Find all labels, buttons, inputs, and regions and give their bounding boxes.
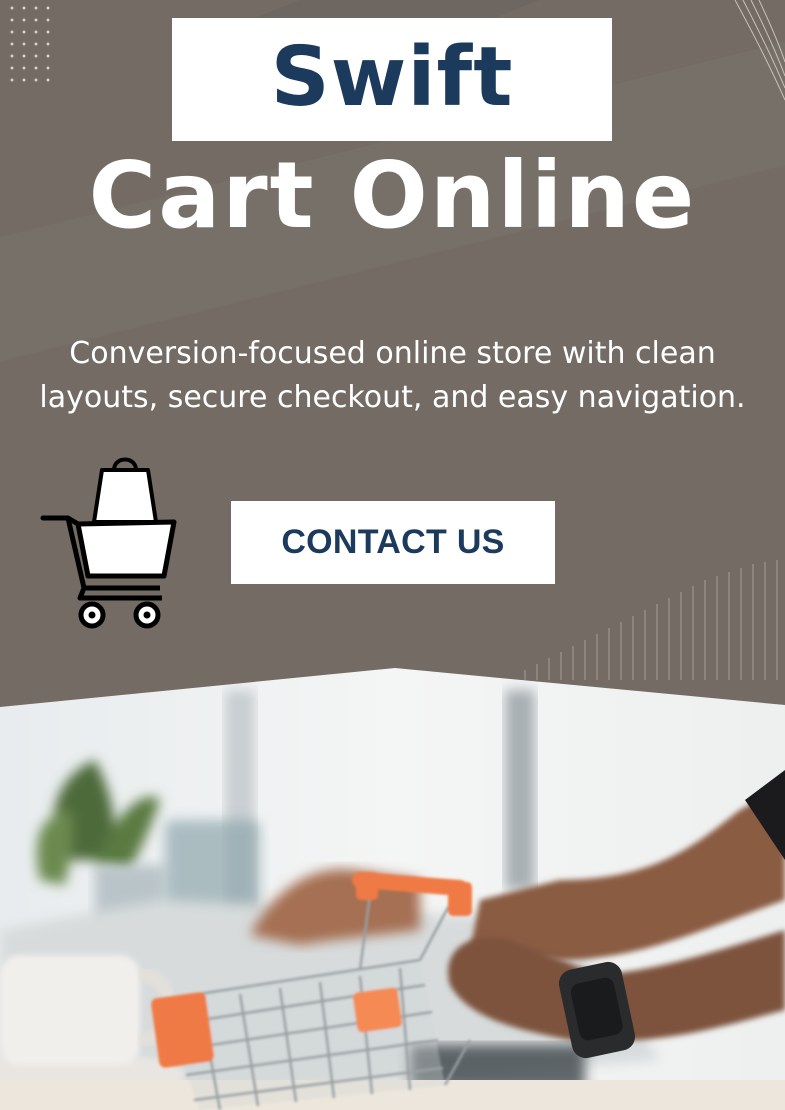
- arc-lines-decoration: [734, 0, 785, 101]
- title-cart-online: Cart Online: [88, 142, 697, 249]
- tagline-line-1: Conversion-focused online store with cle…: [69, 336, 716, 371]
- dot-grid-decoration: [6, 0, 52, 82]
- title-swift: Swift: [270, 29, 514, 125]
- vertical-stripes-decoration: [524, 560, 778, 680]
- tagline: Conversion-focused online store with cle…: [0, 332, 785, 420]
- poster: Swift Cart Online Conversion-focused onl…: [0, 0, 785, 1110]
- title-box: Swift: [172, 18, 612, 141]
- shopping-cart-with-bag-icon: [40, 457, 177, 629]
- contact-us-label: CONTACT US: [281, 523, 505, 561]
- contact-us-button[interactable]: CONTACT US: [231, 501, 555, 584]
- tagline-line-2: layouts, secure checkout, and easy navig…: [39, 380, 746, 415]
